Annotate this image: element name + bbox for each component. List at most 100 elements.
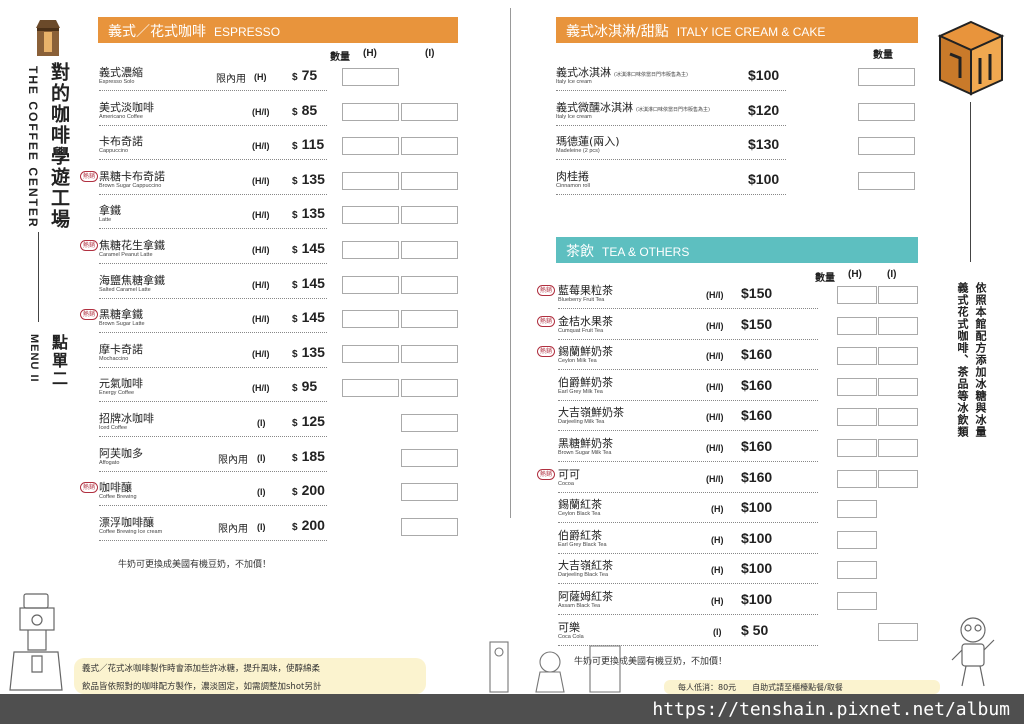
- item-name: 金桔水果茶: [558, 314, 613, 328]
- menu-title-english: MENU II: [28, 334, 40, 383]
- iced-quantity-box: [878, 469, 918, 488]
- espresso-row: 招牌冰咖啡 Iced Coffee (I) $125: [78, 410, 468, 444]
- item-price: $160: [741, 346, 773, 363]
- iced-quantity-box: [878, 622, 918, 641]
- dotted-leader: [556, 193, 786, 195]
- iced-quantity-box: [401, 310, 458, 329]
- dotted-leader: [99, 436, 327, 437]
- item-name: 招牌冰咖啡: [99, 412, 154, 425]
- dotted-leader: [99, 124, 327, 126]
- dotted-leader: [558, 583, 818, 585]
- dotted-leader: [558, 614, 818, 615]
- item-name-text: 瑪德蓮(兩入): [556, 135, 620, 149]
- espresso-row: 元氣咖啡 Energy Coffee (H/I) $95: [78, 375, 468, 409]
- price-currency: $: [292, 521, 298, 533]
- item-name: 卡布奇諾: [99, 135, 143, 149]
- coffee-machine-illustration: [6, 590, 68, 694]
- dine-in-only-label: 限內用: [218, 523, 248, 535]
- item-price: $145: [292, 275, 325, 291]
- item-price: $85: [292, 102, 317, 118]
- box-logo-icon: [936, 18, 1006, 98]
- dotted-leader: [99, 228, 327, 230]
- item-name: 阿芙咖多: [99, 446, 143, 460]
- iced-quantity-box: [878, 377, 918, 396]
- item-price: $135: [292, 205, 325, 221]
- item-price: $125: [292, 413, 325, 429]
- dotted-leader: [99, 297, 327, 299]
- watermark-bar: https://tenshain.pixnet.net/album: [0, 694, 1024, 724]
- item-name: 阿薩姆紅茶: [558, 590, 613, 603]
- item-english-name: Cappuccino: [99, 148, 129, 155]
- dotted-leader: [99, 366, 327, 368]
- item-name: 錫蘭紅茶: [558, 498, 602, 512]
- item-price: $145: [292, 240, 325, 256]
- item-name: 黑糖拿鐵: [99, 308, 143, 322]
- hot-quantity-box: [837, 286, 877, 304]
- price-value: 145: [301, 240, 325, 256]
- size-label: (H/I): [706, 351, 724, 362]
- hot-quantity-box: [342, 68, 399, 86]
- price-currency: $: [292, 175, 298, 187]
- tea-row: 錫蘭紅茶 Ceylon Black Tea (H) $100: [536, 496, 918, 530]
- item-price: $160: [741, 407, 773, 424]
- hot-quantity-box: [342, 241, 399, 259]
- item-english-name: Iced Coffee: [99, 425, 128, 431]
- icecream-section-header: 義式冰淇淋/甜點 ITALY ICE CREAM & CAKE: [556, 17, 918, 43]
- price-currency: $: [292, 314, 298, 326]
- price-value: 145: [301, 309, 325, 326]
- item-name: 錫蘭鮮奶茶: [558, 345, 613, 359]
- hot-quantity-box: [342, 102, 399, 121]
- iced-quantity-box: [878, 439, 918, 457]
- hot-quantity-box: [342, 344, 399, 363]
- hot-quantity-box: [837, 316, 877, 335]
- hot-quantity-box: [342, 137, 399, 156]
- quantity-box: [858, 102, 915, 121]
- espresso-row: 熱銷 焦糖花生拿鐵 Caramel Peanut Latte (H/I) $145: [78, 237, 468, 271]
- dotted-leader: [556, 124, 786, 126]
- espresso-col-hot: (H): [363, 48, 377, 59]
- item-name-text: 義式微醺冰淇淋: [556, 100, 633, 114]
- tea-row: 阿薩姆紅茶 Assam Black Tea (H) $100: [536, 588, 918, 622]
- item-english-name: Salted Caramel Latte: [99, 286, 151, 293]
- price-value: 85: [301, 101, 318, 118]
- item-english-name: Latte: [99, 217, 112, 224]
- item-english-name: Blueberry Fruit Tea: [558, 297, 605, 303]
- dotted-leader: [558, 491, 818, 493]
- item-price: $150: [741, 315, 773, 332]
- tea-row: 黑糖鮮奶茶 Brown Sugar Milk Tea (H/I) $160: [536, 435, 918, 469]
- figures-illustration: [470, 636, 640, 694]
- iced-quantity-box: [878, 286, 918, 304]
- tea-row: 熱銷 可可 Cocoa (H/I) $160: [536, 466, 918, 500]
- dotted-leader: [99, 90, 327, 91]
- size-label: (H): [711, 504, 724, 515]
- hot-seller-badge: 熱銷: [537, 346, 555, 358]
- size-label: (H/I): [252, 383, 270, 394]
- robot-illustration: [948, 612, 998, 690]
- iced-quantity-box: [401, 448, 458, 467]
- tea-row: 大吉嶺紅茶 Darjeeling Black Tea (H) $100: [536, 557, 918, 591]
- item-name: 義式冰淇淋 (冰淇淋口味依當日門市販售為主): [556, 64, 688, 80]
- brand-name-english: THE COFFEE CENTER: [26, 66, 40, 229]
- item-english-name: Ceylon Black Tea: [558, 511, 601, 518]
- espresso-row: 拿鐵 Latte (H/I) $135: [78, 202, 468, 236]
- hot-seller-badge: 熱銷: [80, 170, 98, 182]
- hot-quantity-box: [837, 347, 877, 366]
- item-english-name: Assam Black Tea: [558, 603, 601, 609]
- ice-sugar-note-line1: 依照本館配方添加冰糖與冰量: [974, 282, 987, 438]
- price-value: 135: [301, 170, 325, 187]
- espresso-row: 漂浮咖啡釀 Coffee Brewing Ice cream 限內用 (I) $200: [78, 514, 468, 548]
- watermark-url: https://tenshain.pixnet.net/album: [652, 699, 1010, 720]
- price-currency: $: [292, 141, 298, 153]
- size-label: (I): [257, 418, 266, 428]
- item-price: $160: [741, 438, 773, 454]
- size-label: (H/I): [706, 473, 724, 484]
- item-english-name: Espresso Solo: [99, 79, 135, 85]
- item-english-name: Cumquat Fruit Tea: [558, 327, 604, 334]
- price-value: 75: [301, 67, 318, 83]
- item-english-name: Italy Ice cream: [556, 113, 592, 120]
- tea-title-en: TEA & OTHERS: [602, 245, 690, 259]
- item-name: 拿鐵: [99, 204, 121, 218]
- price-value: 145: [301, 274, 325, 291]
- tea-col-iced: (I): [887, 269, 897, 280]
- espresso-title-en: ESPRESSO: [214, 25, 281, 39]
